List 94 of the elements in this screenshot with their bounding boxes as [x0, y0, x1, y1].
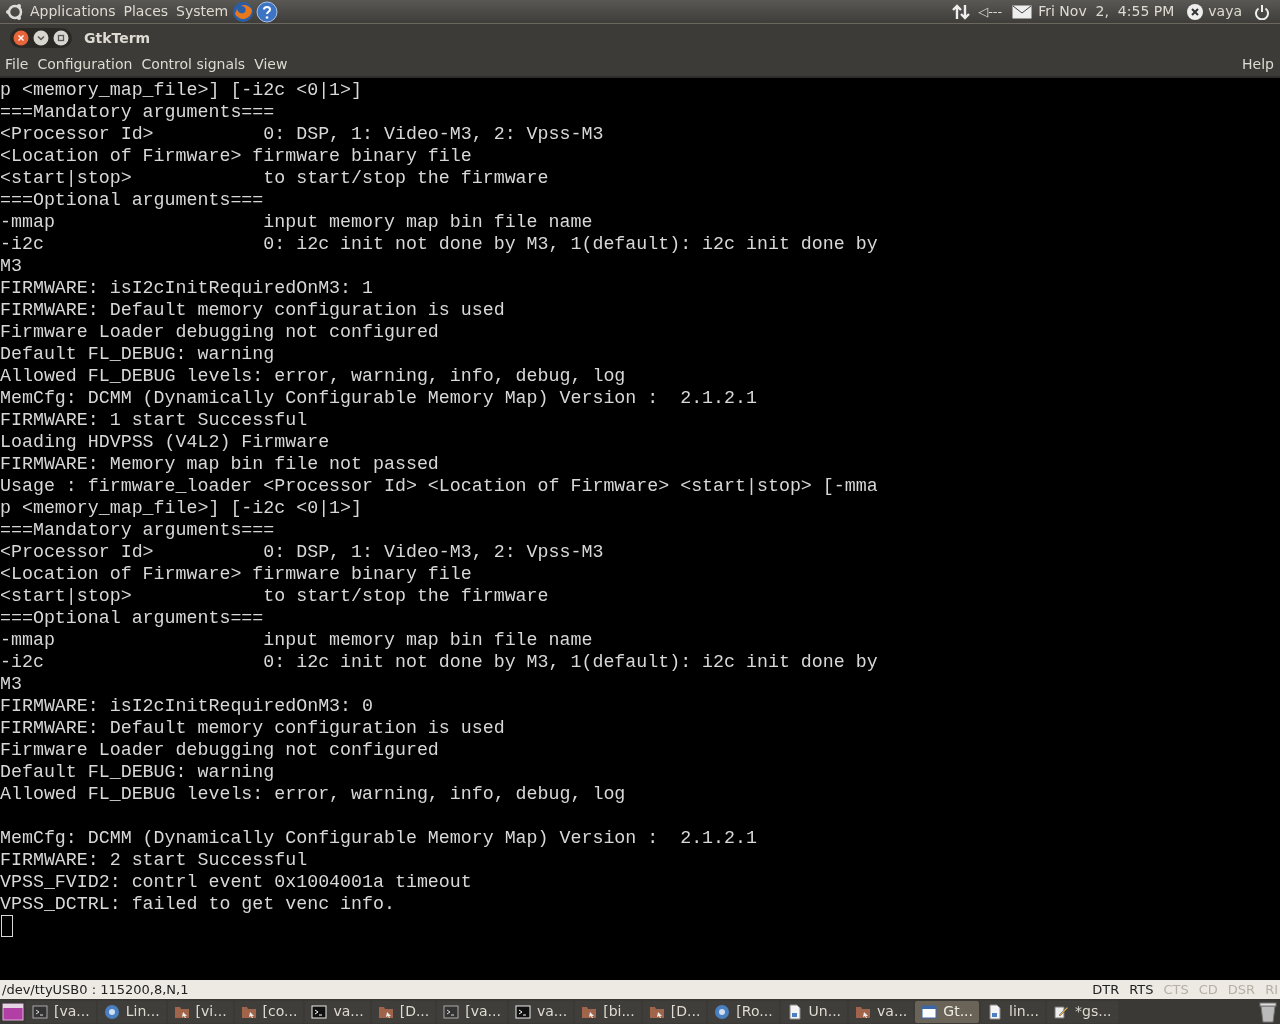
terminal-line: FIRMWARE: 2 start Successful — [0, 849, 308, 871]
terminal-line: MemCfg: DCMM (Dynamically Configurable Memory Map) Version : 2.1.2.1 — [0, 387, 757, 409]
taskbar-button[interactable]: [Ro... — [708, 1000, 779, 1023]
terminal-line: FIRMWARE: 1 start Successful — [0, 409, 308, 431]
taskbar-button[interactable]: va... — [849, 1000, 914, 1023]
terminal-line: FIRMWARE: Default memory configuration is used — [0, 717, 505, 739]
terminal-line: ===Mandatory arguments=== — [0, 519, 275, 541]
power-icon[interactable] — [1254, 3, 1270, 20]
terminal-line: FIRMWARE: isI2cInitRequiredOnM3: 1 — [0, 277, 373, 299]
terminal-line: <Location of Firmware> firmware binary file — [0, 145, 472, 167]
signal-indicator: DTR — [1092, 980, 1120, 999]
terminal-icon — [514, 1003, 531, 1020]
user-status-icon[interactable] — [1186, 2, 1205, 21]
signal-indicator: RTS — [1129, 980, 1154, 999]
show-desktop-icon[interactable] — [2, 1001, 24, 1022]
terminal-icon — [443, 1003, 460, 1020]
browser-launcher-icon[interactable] — [232, 0, 255, 23]
close-icon[interactable] — [13, 30, 29, 46]
terminal-line: ===Optional arguments=== — [0, 607, 264, 629]
network-arrows-icon[interactable] — [952, 2, 971, 21]
terminal-line: FIRMWARE: isI2cInitRequiredOnM3: 0 — [0, 695, 373, 717]
terminal-line: Allowed FL_DEBUG levels: error, warning, info, debug, log — [0, 783, 626, 805]
volume-indicator[interactable]: ◁--- — [978, 1, 1003, 22]
taskbar-button[interactable]: [vi... — [167, 1000, 233, 1023]
menu-item[interactable]: File — [5, 53, 29, 75]
taskbar-button[interactable]: *gs... — [1047, 1000, 1118, 1023]
taskbar-button[interactable]: [bi... — [575, 1000, 641, 1023]
terminal-line: M3 — [0, 673, 22, 695]
menu-item[interactable]: View — [254, 53, 288, 75]
terminal-line: <start|stop> to start/stop the firmware — [0, 167, 549, 189]
taskbar-button[interactable]: va... — [305, 1000, 370, 1023]
maximize-icon[interactable] — [53, 30, 69, 46]
terminal-line: FIRMWARE: Memory map bin file not passed — [0, 453, 439, 475]
panel-menu[interactable]: Places — [123, 1, 169, 22]
terminal-line: p <memory_map_file>] [-i2c <0|1>] — [0, 79, 363, 101]
taskbar-button[interactable]: [D... — [642, 1000, 707, 1023]
port-settings: /dev/ttyUSB0 : 115200,8,N,1 — [2, 980, 189, 999]
terminal-line: VPSS_DCTRL: failed to get venc info. — [0, 893, 395, 915]
help-menu[interactable]: Help — [1242, 53, 1275, 75]
window-icon — [921, 1003, 938, 1020]
signal-indicator: CTS — [1163, 980, 1189, 999]
terminal-line: VPSS_FVID2: contrl event 0x1004001a timeout — [0, 871, 472, 893]
taskbar-button[interactable]: [va... — [26, 1000, 96, 1023]
panel-menu[interactable]: System — [176, 1, 229, 22]
taskbar-button[interactable]: [va... — [437, 1000, 507, 1023]
taskbar-button[interactable]: Lin... — [97, 1000, 166, 1023]
taskbar-button[interactable]: [co... — [234, 1000, 304, 1023]
terminal-line: Loading HDVPSS (V4L2) Firmware — [0, 431, 330, 453]
taskbar-button[interactable]: Gt... — [915, 1000, 979, 1023]
trash-icon[interactable] — [1258, 1000, 1278, 1023]
terminal-line: Firmware Loader debugging not configured — [0, 739, 439, 761]
terminal-icon — [32, 1003, 48, 1020]
terminal-icon — [311, 1003, 328, 1020]
help-icon[interactable] — [256, 0, 279, 23]
terminal-line: Allowed FL_DEBUG levels: error, warning, info, debug, log — [0, 365, 626, 387]
editor-icon — [1053, 1003, 1069, 1020]
terminal-line: ===Mandatory arguments=== — [0, 101, 275, 123]
terminal-line: Usage : firmware_loader <Processor Id> <Location of Firmware> <start|stop> [-mma — [0, 475, 878, 497]
terminal-line: Default FL_DEBUG: warning — [0, 761, 275, 783]
text-cursor — [1, 915, 13, 937]
terminal-line: <start|stop> to start/stop the firmware — [0, 585, 549, 607]
terminal-line: M3 — [0, 255, 22, 277]
terminal-line: <Processor Id> 0: DSP, 1: Video-M3, 2: Vpss-M3 — [0, 123, 604, 145]
menu-item[interactable]: Control signals — [141, 53, 246, 75]
browser-icon — [714, 1003, 731, 1020]
terminal-line: -mmap input memory map bin file name — [0, 211, 593, 233]
terminal-line: p <memory_map_file>] [-i2c <0|1>] — [0, 497, 363, 519]
panel-menu[interactable]: Applications — [30, 1, 116, 22]
minimize-icon[interactable] — [33, 30, 49, 46]
terminal-line: -mmap input memory map bin file name — [0, 629, 593, 651]
terminal-line: <Processor Id> 0: DSP, 1: Video-M3, 2: Vpss-M3 — [0, 541, 604, 563]
signal-indicator: RI — [1265, 980, 1278, 999]
terminal-line: -i2c 0: i2c init not done by M3, 1(default): i2c init done by — [0, 651, 878, 673]
document-icon — [786, 1003, 803, 1020]
terminal-line: MemCfg: DCMM (Dynamically Configurable Memory Map) Version : 2.1.2.1 — [0, 827, 757, 849]
terminal-line: Default FL_DEBUG: warning — [0, 343, 275, 365]
document-icon — [987, 1003, 1003, 1020]
terminal-line: ===Optional arguments=== — [0, 189, 264, 211]
terminal-line: -i2c 0: i2c init not done by M3, 1(default): i2c init done by — [0, 233, 878, 255]
window-title: GtkTerm — [84, 28, 151, 48]
user-name[interactable]: vaya — [1208, 1, 1242, 22]
browser-icon — [103, 1003, 120, 1020]
terminal-line: Firmware Loader debugging not configured — [0, 321, 439, 343]
taskbar-button[interactable]: [D... — [371, 1000, 436, 1023]
signal-indicator: DSR — [1227, 980, 1256, 999]
taskbar-button[interactable]: Un... — [780, 1000, 848, 1023]
clock[interactable]: Fri Nov 2, 4:55 PM — [1038, 1, 1175, 22]
signal-indicator: CD — [1198, 980, 1218, 999]
menu-item[interactable]: Configuration — [37, 53, 133, 75]
mail-icon[interactable] — [1012, 4, 1033, 19]
terminal-line: <Location of Firmware> firmware binary file — [0, 563, 472, 585]
taskbar-button[interactable]: va... — [508, 1000, 574, 1023]
terminal-line: FIRMWARE: Default memory configuration is used — [0, 299, 505, 321]
taskbar-button[interactable]: lin... — [981, 1000, 1045, 1023]
